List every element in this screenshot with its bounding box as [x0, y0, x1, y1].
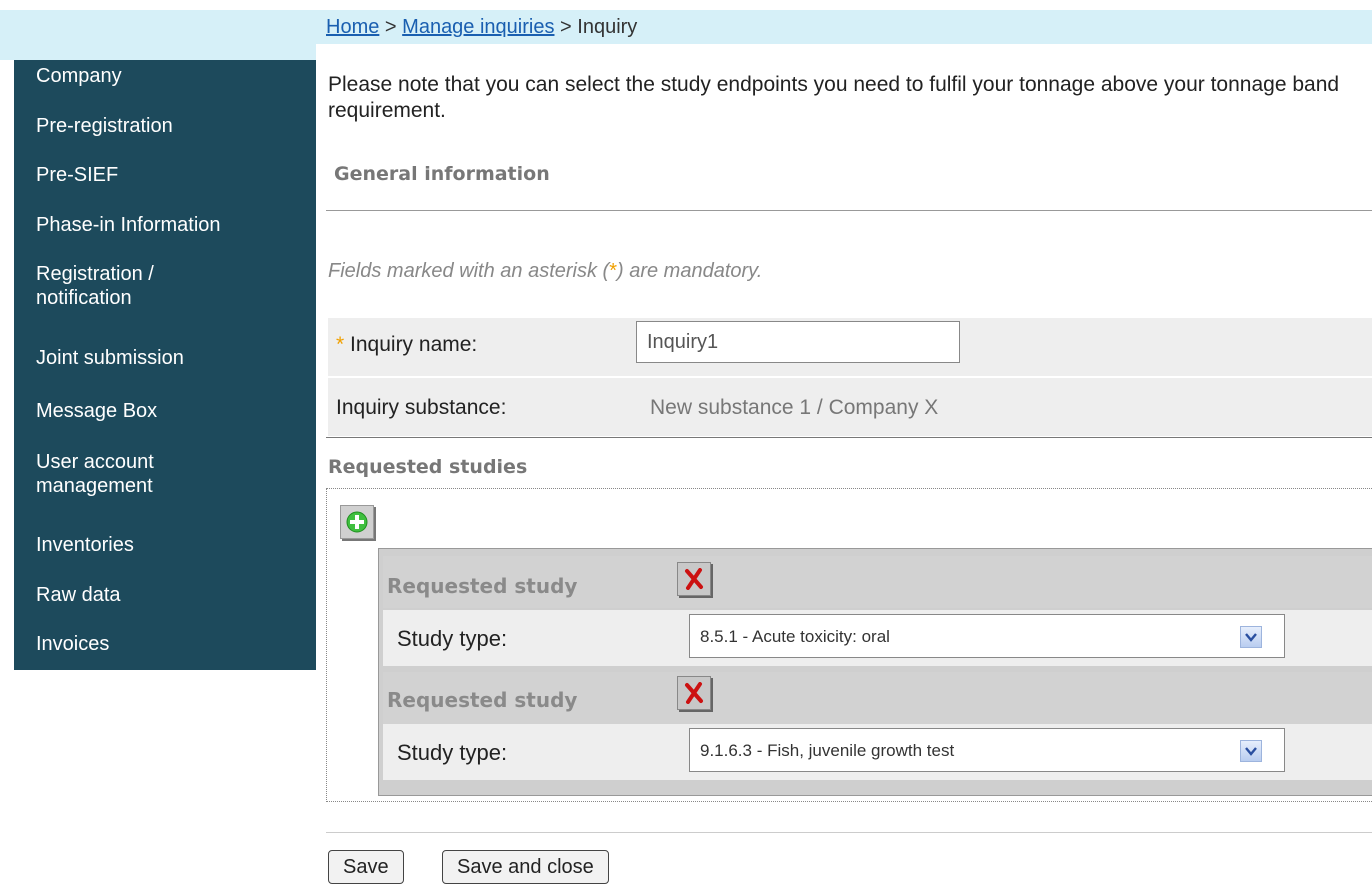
general-information-title: General information: [334, 163, 550, 185]
requested-study-title: Requested study: [387, 574, 578, 598]
sidebar-item-phase-in-information[interactable]: Phase-in Information: [14, 213, 316, 237]
sidebar-item-pre-registration[interactable]: Pre-registration: [14, 114, 316, 138]
delete-study-button[interactable]: [677, 676, 711, 710]
delete-study-button[interactable]: [677, 562, 711, 596]
study-type-row: Study type: 9.1.6.3 - Fish, juvenile gro…: [383, 724, 1372, 780]
study-type-row: Study type: 8.5.1 - Acute toxicity: oral: [383, 610, 1372, 666]
study-type-select[interactable]: 8.5.1 - Acute toxicity: oral: [689, 614, 1285, 658]
study-type-label: Study type:: [397, 626, 508, 651]
sidebar-item-raw-data[interactable]: Raw data: [14, 583, 316, 607]
study-type-selected-value: 8.5.1 - Acute toxicity: oral: [700, 627, 890, 646]
delete-x-icon: [685, 682, 703, 704]
requested-studies-title: Requested studies: [328, 456, 528, 478]
study-type-selected-value: 9.1.6.3 - Fish, juvenile growth test: [700, 741, 955, 760]
chevron-down-icon[interactable]: [1240, 740, 1262, 762]
mandatory-note-text: Fields marked with an asterisk (: [328, 260, 610, 282]
requested-study-header: Requested study: [383, 556, 1372, 608]
sidebar-item-inventories[interactable]: Inventories: [14, 533, 316, 557]
study-type-select[interactable]: 9.1.6.3 - Fish, juvenile growth test: [689, 728, 1285, 772]
inquiry-name-label-text: Inquiry name:: [350, 333, 478, 356]
study-type-label: Study type:: [397, 740, 508, 765]
plus-icon: [346, 511, 368, 533]
save-button[interactable]: Save: [328, 850, 404, 884]
breadcrumb-separator: >: [379, 16, 403, 38]
save-and-close-button[interactable]: Save and close: [442, 850, 609, 884]
breadcrumb-manage-link[interactable]: Manage inquiries: [402, 16, 554, 38]
divider: [326, 210, 1372, 211]
sidebar-item-joint-submission[interactable]: Joint submission: [14, 346, 316, 370]
tonnage-note: Please note that you can select the stud…: [328, 73, 1340, 122]
inquiry-name-row: * Inquiry name:: [328, 318, 1372, 376]
inquiry-substance-row: Inquiry substance: New substance 1 / Com…: [328, 378, 1372, 436]
sidebar-item-invoices[interactable]: Invoices: [14, 632, 316, 656]
divider: [326, 437, 1372, 438]
requested-study-header: Requested study: [383, 672, 1372, 724]
header-strip: [0, 10, 316, 60]
sidebar-item-user-account-management[interactable]: User account management: [14, 450, 236, 498]
sidebar-item-pre-sief[interactable]: Pre-SIEF: [14, 163, 316, 187]
sidebar: Company Pre-registration Pre-SIEF Phase-…: [14, 60, 316, 670]
requested-study-title: Requested study: [387, 688, 578, 712]
sidebar-item-registration-notification[interactable]: Registration / notification: [14, 262, 236, 310]
breadcrumb-home-link[interactable]: Home: [326, 16, 379, 38]
inquiry-substance-label: Inquiry substance:: [336, 396, 507, 419]
asterisk-icon: *: [609, 260, 617, 282]
divider: [326, 832, 1372, 833]
add-study-button[interactable]: [340, 505, 374, 539]
required-asterisk-icon: *: [336, 333, 345, 356]
inquiry-name-label: * Inquiry name:: [336, 333, 477, 357]
delete-x-icon: [685, 568, 703, 590]
breadcrumb: Home > Manage inquiries > Inquiry: [316, 10, 1372, 44]
inquiry-name-input[interactable]: [636, 321, 960, 363]
mandatory-note: Fields marked with an asterisk (*) are m…: [328, 260, 762, 283]
chevron-down-icon[interactable]: [1240, 626, 1262, 648]
inquiry-substance-value: New substance 1 / Company X: [650, 396, 939, 419]
sidebar-item-message-box[interactable]: Message Box: [14, 399, 316, 423]
sidebar-item-company[interactable]: Company: [14, 64, 316, 88]
mandatory-note-text-end: ) are mandatory.: [617, 260, 763, 282]
breadcrumb-current: > Inquiry: [554, 16, 638, 38]
